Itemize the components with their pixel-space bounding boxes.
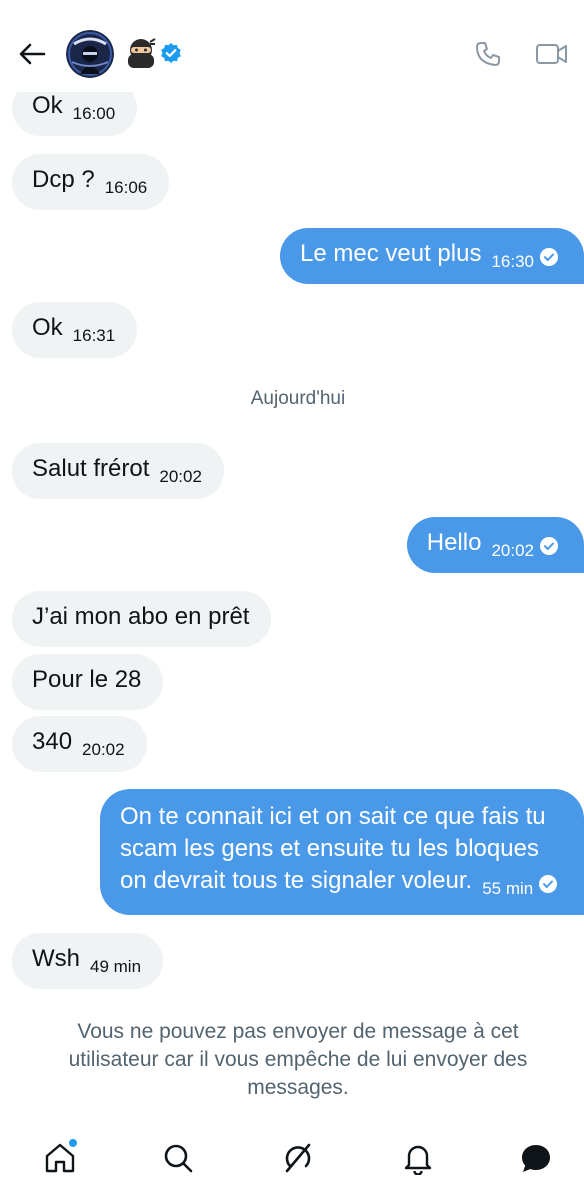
ninja-icon [126, 38, 156, 68]
video-camera-icon [536, 44, 567, 64]
nav-search[interactable] [156, 1136, 200, 1180]
back-button[interactable] [14, 36, 50, 72]
message-time: 16:30 [491, 252, 534, 271]
message-text: On te connait ici et on sait ce que fais… [120, 803, 546, 830]
video-call-button[interactable] [532, 36, 572, 72]
read-check-icon [540, 248, 558, 266]
message-text: scam les gens et ensuite tu les bloques [120, 835, 539, 862]
message-incoming[interactable]: Ok 16:31 [12, 302, 138, 358]
back-arrow-icon [19, 43, 46, 65]
message-incoming[interactable]: 340 20:02 [12, 716, 147, 772]
avatar-image [66, 30, 114, 78]
message-text: Wsh [32, 945, 80, 972]
message-text: J’ai mon abo en prêt [32, 603, 250, 630]
message-incoming[interactable]: Salut frérot 20:02 [12, 443, 224, 499]
message-text: Dcp ? [32, 166, 95, 193]
message-time: 16:00 [72, 104, 116, 123]
avatar[interactable] [66, 30, 114, 78]
read-check-icon [540, 537, 558, 555]
message-time: 20:02 [491, 541, 534, 560]
message-text: Salut frérot [32, 455, 150, 482]
message-time: 49 min [90, 957, 142, 976]
message-time: 16:31 [72, 326, 116, 345]
nav-notifications[interactable] [396, 1136, 440, 1180]
message-time: 55 min [482, 879, 534, 898]
message-time: 16:06 [104, 178, 148, 197]
message-incoming[interactable]: Dcp ? 16:06 [12, 154, 170, 210]
home-notification-dot [67, 1137, 79, 1149]
date-separator: Aujourd'hui [250, 388, 346, 409]
message-text: Pour le 28 [32, 666, 142, 693]
message-outgoing[interactable]: Le mec veut plus 16:30 [280, 228, 584, 284]
message-time: 20:02 [82, 740, 125, 759]
call-button[interactable] [470, 36, 506, 72]
read-check-icon [539, 875, 558, 893]
nav-grok[interactable] [276, 1136, 320, 1180]
message-text: Le mec veut plus [300, 240, 482, 267]
grok-icon [285, 1143, 311, 1173]
message-incoming[interactable]: Wsh 49 min [12, 933, 164, 989]
search-icon [164, 1144, 193, 1173]
message-outgoing[interactable]: On te connait ici et on sait ce que fais… [100, 789, 584, 915]
message-incoming[interactable]: J’ai mon abo en prêt [12, 591, 272, 647]
bell-icon [404, 1145, 432, 1175]
blocked-notice: Vous ne pouvez pas envoyer de message à … [68, 1020, 528, 1099]
message-text: Hello [426, 529, 482, 556]
message-text: Ok [32, 314, 63, 341]
conversation-header [0, 0, 584, 92]
message-text: on devrait tous te signaler voleur. [120, 867, 473, 894]
bottom-navigation [0, 1118, 584, 1200]
message-incoming[interactable]: Pour le 28 [12, 654, 164, 710]
verified-badge-icon [160, 42, 182, 64]
phone-icon [476, 42, 500, 66]
nav-messages[interactable] [514, 1136, 558, 1180]
message-time: 20:02 [159, 467, 202, 486]
message-outgoing[interactable]: Hello 20:02 [406, 517, 584, 573]
messages-icon [522, 1145, 550, 1172]
message-text: 340 [32, 728, 73, 755]
message-text: Ok [32, 92, 63, 119]
